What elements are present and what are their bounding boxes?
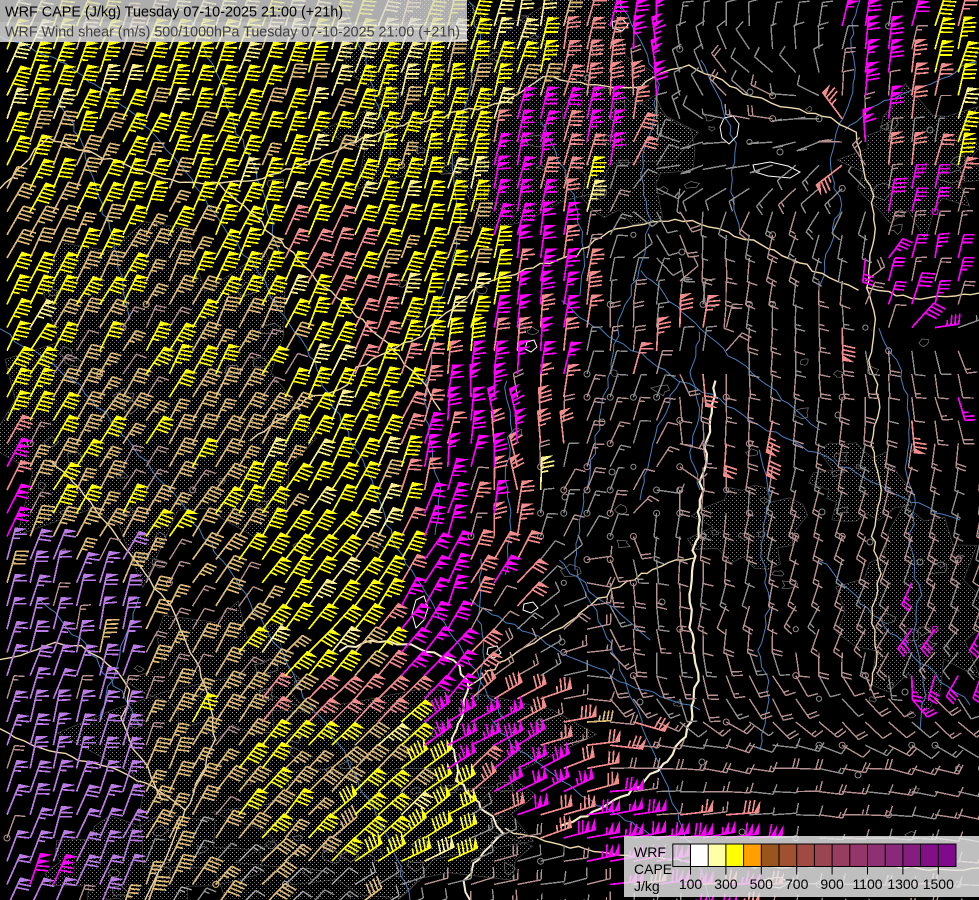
svg-text:300: 300 [714,876,738,892]
svg-text:WRF: WRF [634,844,666,860]
svg-text:1300: 1300 [887,876,918,892]
svg-text:100: 100 [679,876,703,892]
svg-text:1100: 1100 [852,876,882,892]
svg-text:CAPE: CAPE [634,861,672,877]
svg-text:1500: 1500 [923,876,954,892]
svg-text:WRF Wind shear (m/s) 500/1000h: WRF Wind shear (m/s) 500/1000hPa Tuesday… [5,25,460,41]
svg-text:J/kg: J/kg [634,878,660,894]
svg-text:WRF CAPE (J/kg) Tuesday 07-10-: WRF CAPE (J/kg) Tuesday 07-10-2025 21:00… [5,5,343,21]
svg-text:500: 500 [750,876,774,892]
svg-text:900: 900 [820,876,844,892]
svg-text:700: 700 [785,876,809,892]
